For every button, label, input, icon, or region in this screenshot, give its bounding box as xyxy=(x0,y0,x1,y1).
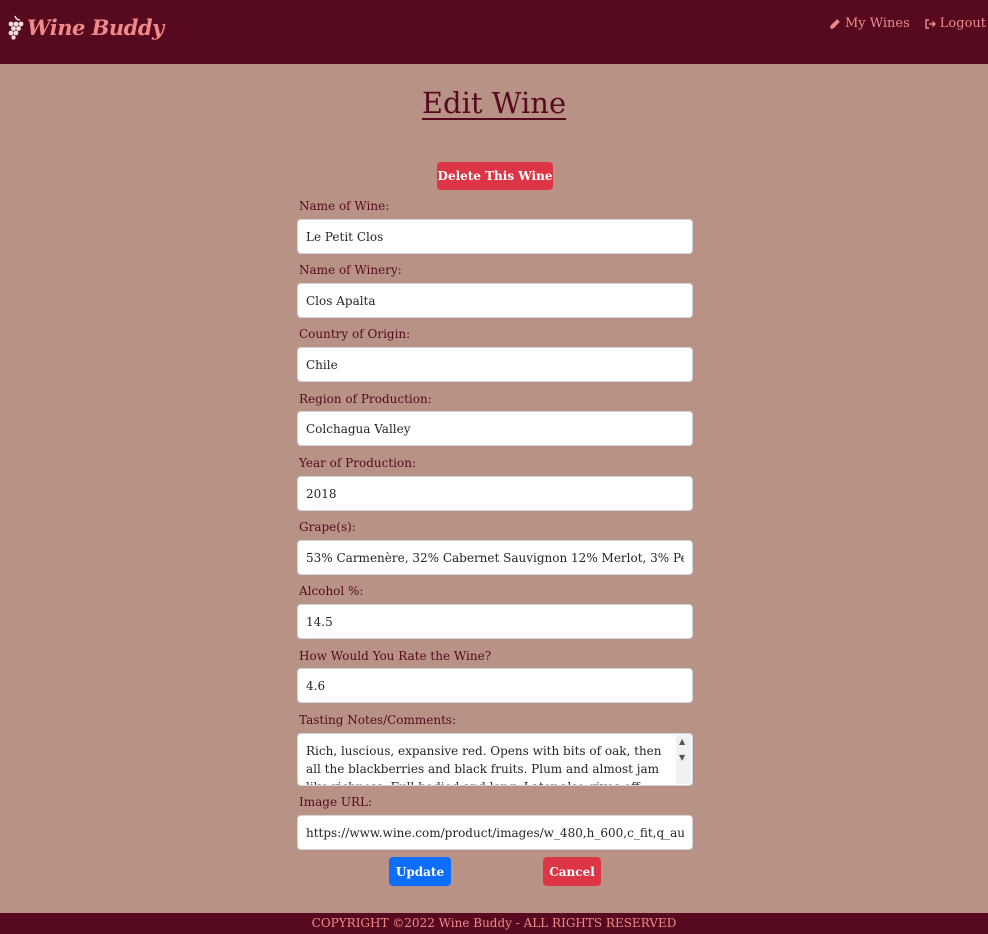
alcohol-label: Alcohol %: xyxy=(299,584,364,598)
grapes-label: Grape(s): xyxy=(299,520,356,534)
nav-links: My Wines Logout xyxy=(829,16,986,31)
tasting-notes-textarea[interactable]: Rich, luscious, expansive red. Opens wit… xyxy=(297,733,693,786)
wine-name-input[interactable] xyxy=(297,219,693,254)
navbar: Wine Buddy My Wines Logout xyxy=(0,0,988,64)
brand-name: Wine Buddy xyxy=(27,14,164,40)
delete-wine-button[interactable]: Delete This Wine xyxy=(437,162,553,190)
nav-my-wines-label: My Wines xyxy=(844,16,910,31)
country-input[interactable] xyxy=(297,347,693,382)
image-url-label: Image URL: xyxy=(299,795,373,809)
scroll-down-icon[interactable]: ▼ xyxy=(679,753,685,762)
region-input[interactable] xyxy=(297,411,693,446)
alcohol-input[interactable] xyxy=(297,604,693,639)
brand-link[interactable]: Wine Buddy xyxy=(6,14,164,40)
image-url-input[interactable] xyxy=(297,815,693,850)
year-label: Year of Production: xyxy=(299,456,416,470)
grapes-input[interactable] xyxy=(297,540,693,575)
nav-my-wines-link[interactable]: My Wines xyxy=(829,16,910,31)
cancel-button[interactable]: Cancel xyxy=(543,857,601,886)
winery-label: Name of Winery: xyxy=(299,263,402,277)
scroll-up-icon[interactable]: ▲ xyxy=(679,737,685,746)
page-title: Edit Wine xyxy=(421,86,567,120)
nav-logout-label: Logout xyxy=(939,16,986,31)
wine-name-label: Name of Wine: xyxy=(299,199,390,213)
year-input[interactable] xyxy=(297,476,693,511)
footer: COPYRIGHT ©2022 Wine Buddy - ALL RIGHTS … xyxy=(0,913,988,934)
rating-label: How Would You Rate the Wine? xyxy=(299,649,492,663)
copyright-text: COPYRIGHT ©2022 Wine Buddy - ALL RIGHTS … xyxy=(311,916,677,930)
winery-input[interactable] xyxy=(297,283,693,318)
update-button[interactable]: Update xyxy=(389,857,451,886)
country-label: Country of Origin: xyxy=(299,327,411,341)
logout-icon xyxy=(925,18,936,29)
wine-bottle-icon xyxy=(829,18,840,29)
rating-input[interactable] xyxy=(297,668,693,703)
region-label: Region of Production: xyxy=(299,392,432,406)
tasting-notes-label: Tasting Notes/Comments: xyxy=(299,713,457,727)
nav-logout-link[interactable]: Logout xyxy=(924,16,986,31)
grapes-icon xyxy=(8,15,24,40)
